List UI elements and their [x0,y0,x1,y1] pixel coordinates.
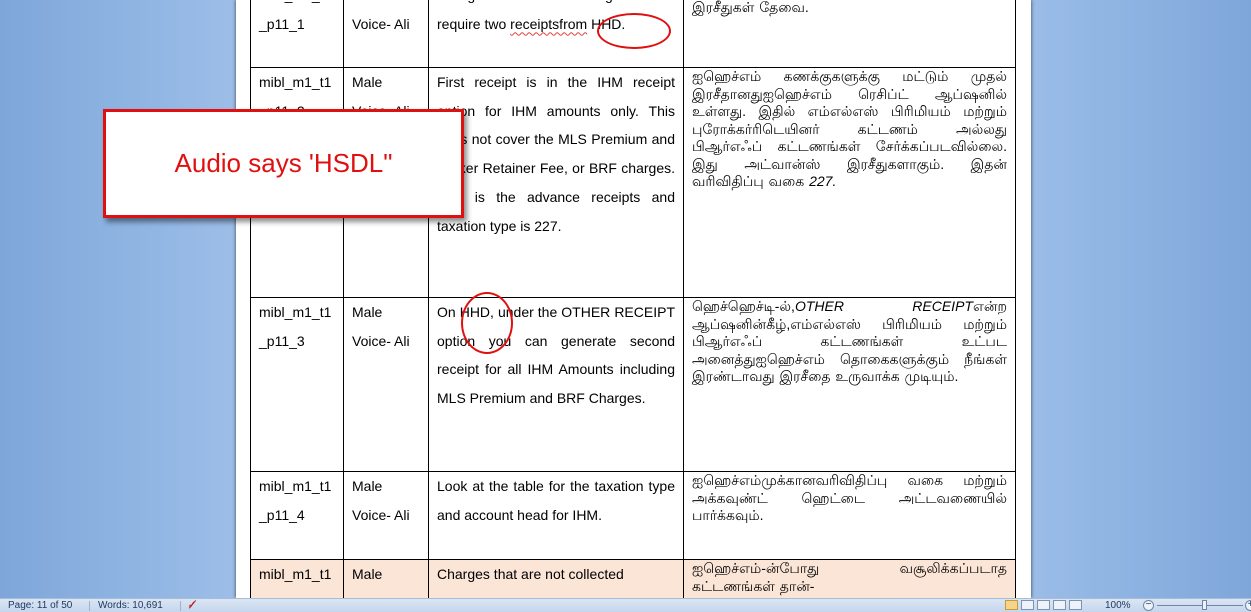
print-layout-view-icon[interactable] [1005,600,1018,610]
proofing-icon[interactable]: ✓̸ [188,600,196,612]
cell-tamil[interactable]: ஹெச்ஹெச்டி-ல்,OTHER RECEIPTஎன்ற ஆப்ஷனின்… [683,297,1016,472]
table-row: mibl_m1_t1 _p11_4 Male Voice- Ali Look a… [250,471,1016,560]
cell-english[interactable]: Look at the table for the taxation type … [428,471,684,560]
zoom-out-button[interactable]: − [1143,600,1154,611]
zoom-slider-track[interactable] [1157,605,1243,606]
table-row-highlighted: mibl_m1_t1 Male Charges that are not col… [250,559,1016,598]
status-bar: Page: 11 of 50 Words: 10,691 ✓̸ 100% − + [0,598,1251,612]
spelling-error-word[interactable]: receiptsfrom [510,16,587,32]
annotation-callout: Audio says 'HSDL" [103,109,464,218]
cell-speaker[interactable]: Male Voice- Ali [343,471,429,560]
cell-tamil[interactable]: கட்டணங்களுக்குஹெச்ஹெச்டி-ல்இருந்து இரண்ட… [683,0,1016,68]
cell-english[interactable]: First receipt is in the IHM receipt opti… [428,67,684,298]
cell-id[interactable]: mibl_m1_t1 [250,559,344,598]
cell-speaker[interactable]: Male Voice- Ali [343,0,429,68]
cell-english[interactable]: Charges that are not collected [428,559,684,598]
cell-tamil[interactable]: ஐஹெச்எம் கணக்குகளுக்கு மட்டும் முதல் இரச… [683,67,1016,298]
cell-speaker[interactable]: Male [343,559,429,598]
status-divider [89,601,90,611]
table-row: mibl_m1_t1 _p11_3 Male Voice- Ali On HHD… [250,297,1016,472]
document-page[interactable]: mibl_m1_t1 _p11_1 Male Voice- Ali Charge… [236,0,1031,598]
cell-speaker[interactable]: Male Voice- Ali [343,297,429,472]
cell-id[interactable]: mibl_m1_t1 _p11_4 [250,471,344,560]
outline-view-icon[interactable] [1053,600,1066,610]
cell-tamil[interactable]: ஐஹெச்எம்-ன்போது வசூலிக்கப்படாத கட்டணங்கள… [683,559,1016,598]
cell-tamil[interactable]: ஐஹெச்எம்முக்கானவரிவிதிப்பு வகை மற்றும் அ… [683,471,1016,560]
zoom-in-button[interactable]: + [1245,600,1251,611]
full-screen-reading-view-icon[interactable] [1021,600,1034,610]
draft-view-icon[interactable] [1069,600,1082,610]
web-layout-view-icon[interactable] [1037,600,1050,610]
cell-id[interactable]: mibl_m1_t1 _p11_3 [250,297,344,472]
cell-id[interactable]: mibl_m1_t1 _p11_1 [250,0,344,68]
page-count[interactable]: Page: 11 of 50 [8,600,72,612]
translation-table: mibl_m1_t1 _p11_1 Male Voice- Ali Charge… [250,0,1016,598]
zoom-level[interactable]: 100% [1105,600,1131,612]
zoom-slider-thumb[interactable] [1202,600,1207,610]
callout-text: Audio says 'HSDL" [174,148,393,178]
table-row: mibl_m1_t1 _p11_1 Male Voice- Ali Charge… [250,0,1016,68]
cell-english[interactable]: On HHD, under the OTHER RECEIPT option y… [428,297,684,472]
word-count[interactable]: Words: 10,691 [98,600,163,612]
status-divider [180,601,181,611]
cell-english[interactable]: Charges or Initial Filing Amount require… [428,0,684,68]
